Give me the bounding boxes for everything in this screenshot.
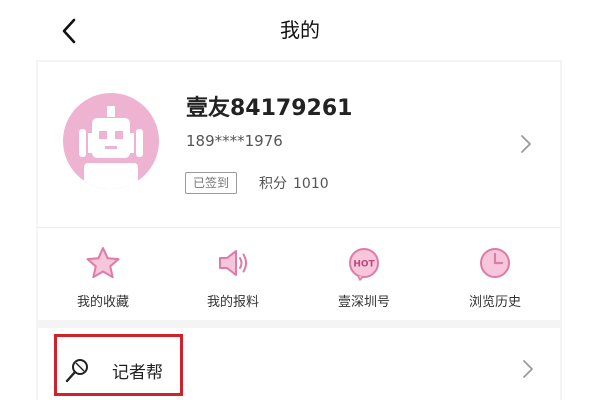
shortcut-label: 壹深圳号 [337,295,390,310]
page-title: 我的 [280,18,320,42]
chevron-right-icon [522,359,534,383]
clock-icon [477,245,513,281]
shortcut-history[interactable]: 浏览历史 [430,228,560,320]
menu-item-label: 记者帮 [112,363,163,383]
shortcut-label: 我的收藏 [76,295,129,310]
chevron-right-icon [520,134,532,158]
speaker-icon [215,245,251,281]
shortcut-label: 浏览历史 [468,295,521,310]
my-profile-page: 我的 壹友84179261 189****1976 已签到 积分 1010 我的… [0,0,600,400]
hot-badge-icon: HOT [346,245,382,281]
microphone-icon [63,357,91,389]
username: 壹友84179261 [186,96,353,121]
svg-text:HOT: HOT [353,260,375,270]
robot-avatar-icon [63,93,159,189]
star-icon [85,245,121,281]
points-display: 积分 1010 [259,173,335,193]
signed-in-badge: 已签到 [185,172,238,194]
top-header: 我的 [0,0,600,60]
shortcut-row: 我的收藏 我的报料 HOT 壹深圳号 浏览历史 [38,228,560,320]
shortcut-my-reports[interactable]: 我的报料 [168,228,298,320]
phone-number: 189****1976 [186,132,283,150]
points-value: 1010 [293,176,329,192]
shortcut-yishenzhen[interactable]: HOT 壹深圳号 [299,228,429,320]
shortcut-favorites[interactable]: 我的收藏 [38,228,168,320]
profile-card[interactable]: 壹友84179261 189****1976 已签到 积分 1010 [38,62,560,227]
menu-item-reporter-help[interactable]: 记者帮 [38,328,560,400]
shortcut-label: 我的报料 [206,295,259,310]
points-label: 积分 [259,176,287,192]
